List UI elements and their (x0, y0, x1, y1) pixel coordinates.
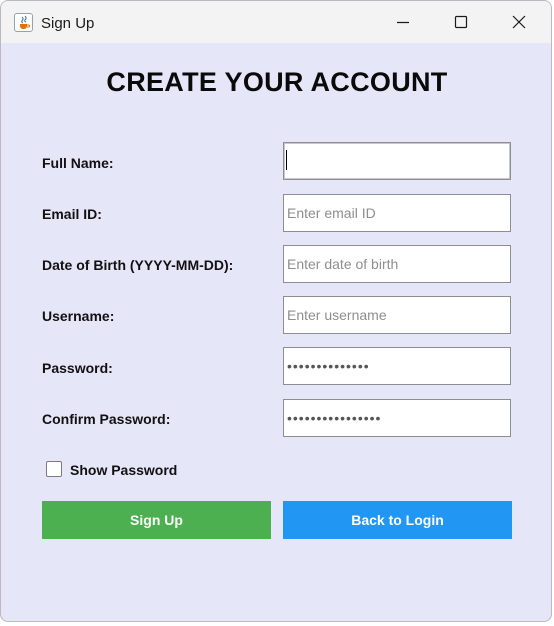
signup-window: Sign Up CREATE YOUR ACCOUNT Full Name: E… (0, 0, 552, 622)
username-label: Username: (42, 308, 115, 324)
maximize-icon (454, 15, 468, 29)
confirm-password-label: Confirm Password: (42, 411, 171, 427)
title-bar[interactable]: Sign Up (1, 1, 551, 43)
show-password-checkbox[interactable] (46, 461, 62, 477)
password-mask: •••••••••••••• (287, 358, 370, 374)
confirm-password-mask: •••••••••••••••• (287, 410, 382, 426)
window-title: Sign Up (41, 15, 95, 32)
text-cursor (286, 150, 287, 170)
email-label: Email ID: (42, 206, 102, 222)
full-name-input[interactable] (283, 142, 511, 180)
java-cup-icon (14, 13, 33, 32)
full-name-label: Full Name: (42, 155, 114, 171)
page-title: CREATE YOUR ACCOUNT (106, 67, 448, 97)
sign-up-button[interactable]: Sign Up (42, 501, 271, 539)
password-field[interactable]: •••••••••••••• (283, 347, 511, 385)
confirm-password-field[interactable]: •••••••••••••••• (283, 399, 511, 437)
maximize-button[interactable] (432, 1, 490, 43)
username-input[interactable] (283, 296, 511, 334)
dob-label: Date of Birth (YYYY-MM-DD): (42, 257, 234, 273)
minimize-icon (397, 21, 409, 24)
password-label: Password: (42, 360, 113, 376)
back-to-login-button[interactable]: Back to Login (283, 501, 512, 539)
dob-input[interactable] (283, 245, 511, 283)
minimize-button[interactable] (374, 1, 432, 43)
close-icon (512, 15, 526, 29)
show-password-label[interactable]: Show Password (70, 462, 177, 478)
close-button[interactable] (490, 1, 548, 43)
email-input[interactable] (283, 194, 511, 232)
